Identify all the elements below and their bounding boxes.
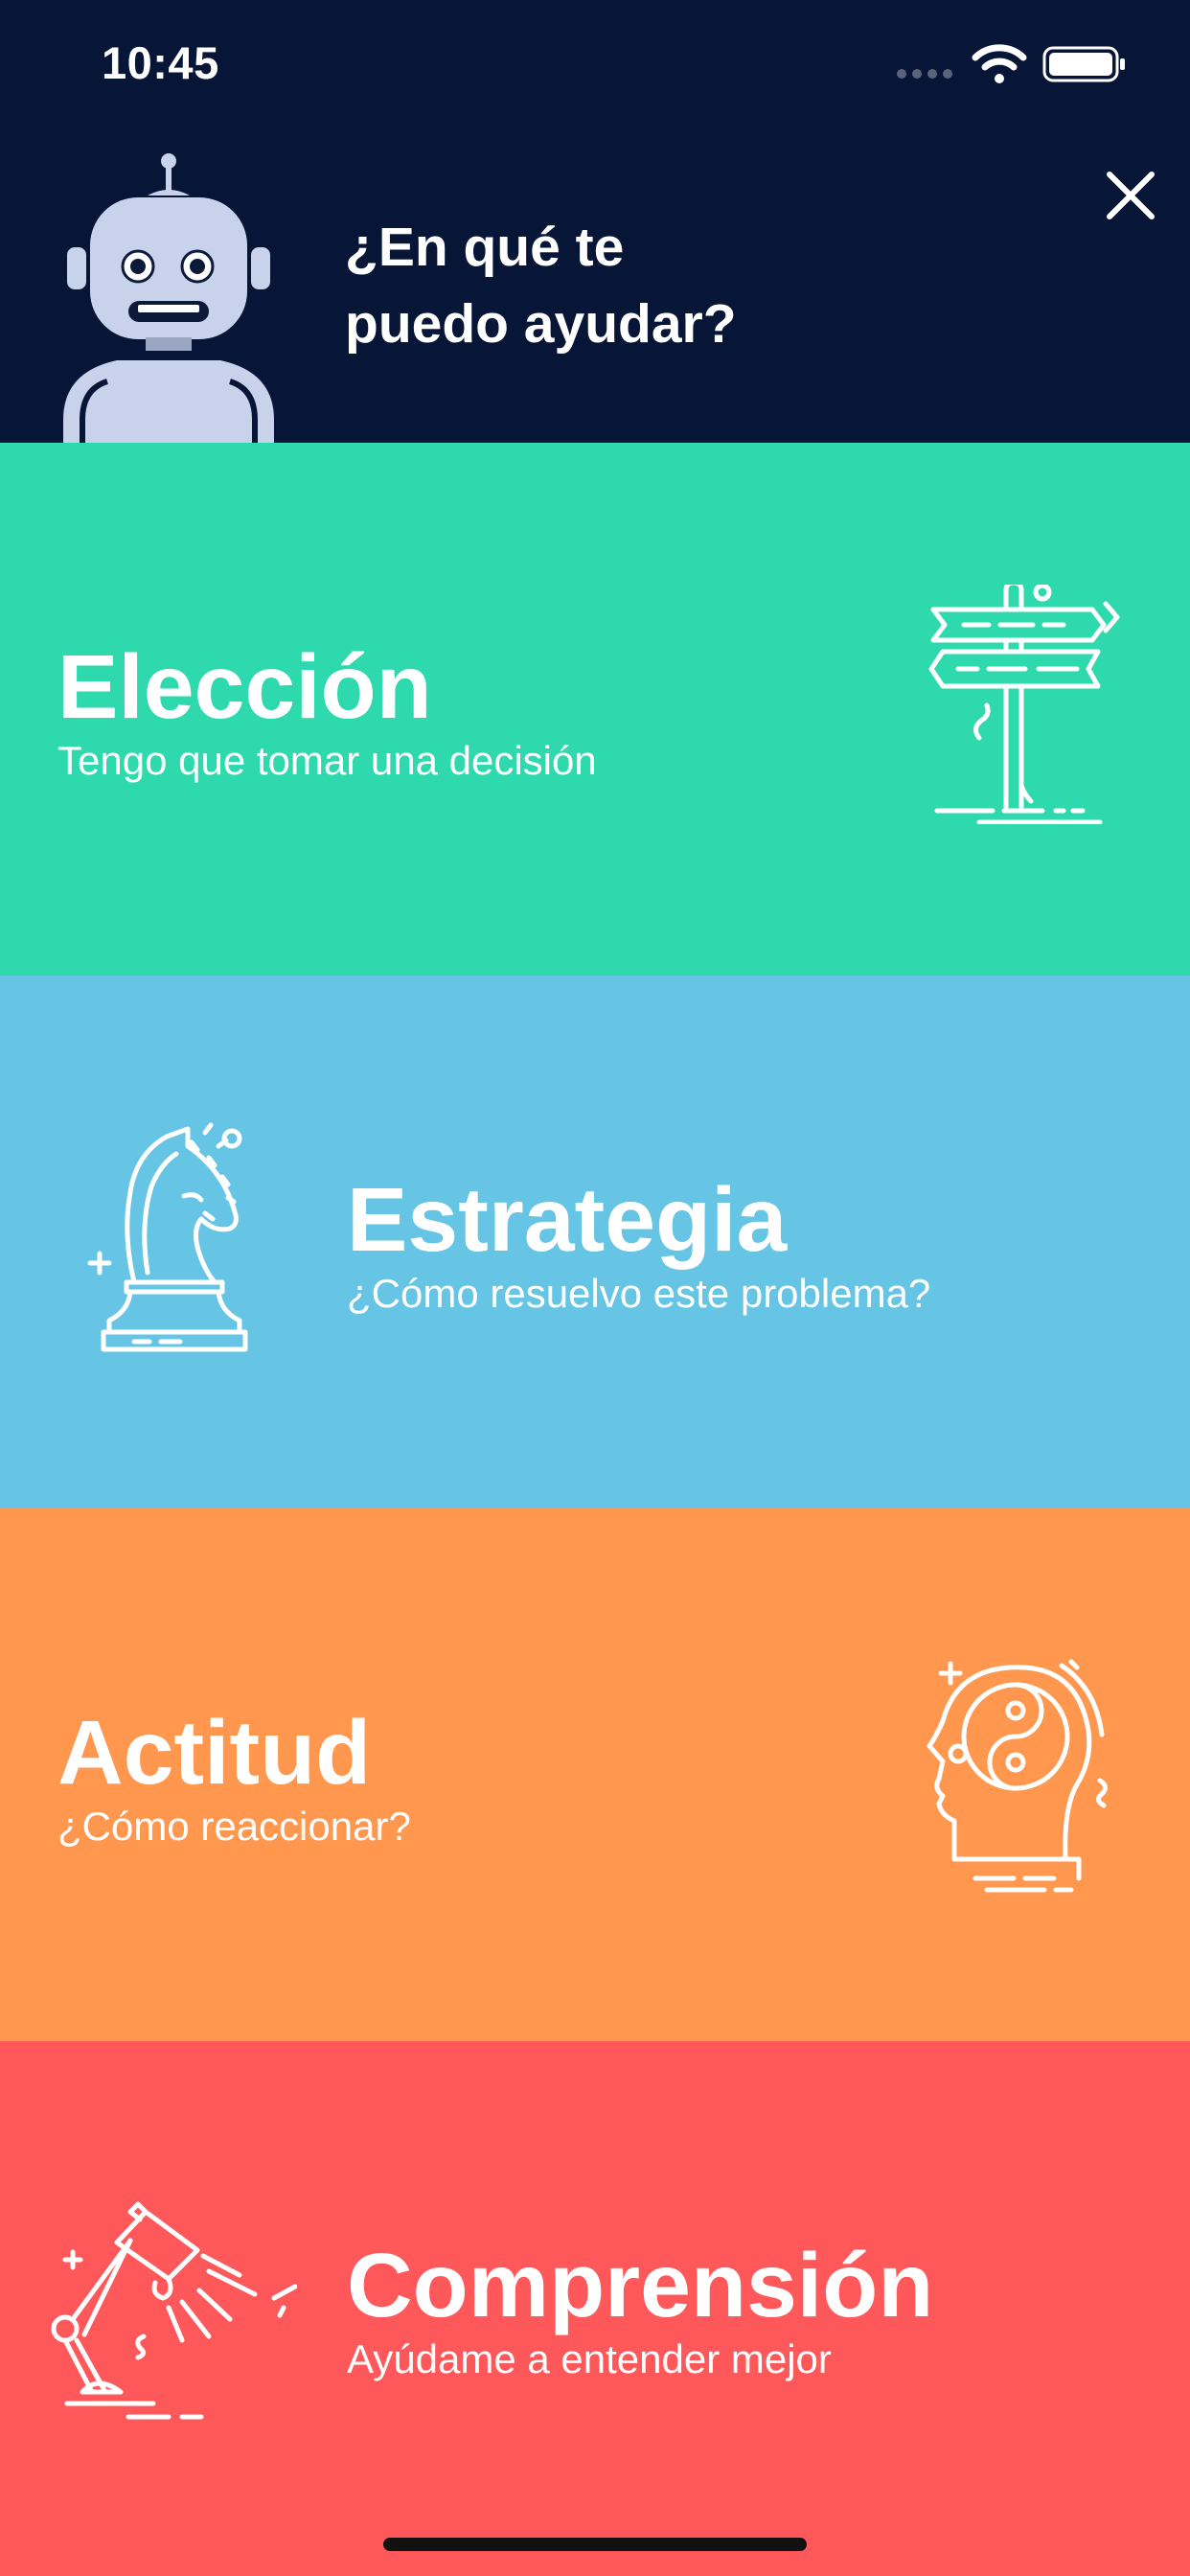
- home-indicator[interactable]: [383, 2538, 807, 2551]
- card-comprension[interactable]: Comprensión Ayúdame a entender mejor: [0, 2041, 1190, 2576]
- card-title: Estrategia: [347, 1169, 788, 1271]
- card-title: Elección: [57, 636, 432, 738]
- card-eleccion[interactable]: Elección Tengo que tomar una decisión: [0, 443, 1190, 976]
- card-actitud[interactable]: Actitud ¿Cómo reaccionar?: [0, 1508, 1190, 2041]
- status-time: 10:45: [102, 37, 219, 88]
- card-subtitle: ¿Cómo resuelvo este problema?: [347, 1271, 931, 1316]
- card-subtitle: Ayúdame a entender mejor: [347, 2336, 832, 2381]
- card-estrategia[interactable]: Estrategia ¿Cómo resuelvo este problema?: [0, 976, 1190, 1508]
- close-icon[interactable]: [1096, 161, 1165, 230]
- cellular-signal-icon: [897, 69, 954, 79]
- wifi-icon: [972, 44, 1027, 83]
- yin-yang-head-icon: [927, 1659, 1108, 1893]
- signpost-icon: [928, 585, 1120, 824]
- status-bar-icons: [897, 44, 1127, 83]
- card-subtitle: ¿Cómo reaccionar?: [57, 1804, 411, 1849]
- robot-avatar-icon: [63, 153, 274, 443]
- desk-lamp-icon: [51, 2201, 297, 2420]
- battery-icon: [1042, 46, 1125, 82]
- header-question-line1: ¿En qué te: [345, 217, 625, 278]
- header-question-line2: puedo ayudar?: [345, 293, 737, 355]
- card-title: Comprensión: [347, 2235, 934, 2336]
- card-subtitle: Tengo que tomar una decisión: [57, 738, 597, 783]
- card-title: Actitud: [57, 1702, 372, 1804]
- header-question: ¿En qué te puedo ayudar?: [345, 209, 843, 362]
- header: 10:45 ¿En qué te puedo ayudar?: [0, 0, 1190, 443]
- chess-knight-icon: [87, 1122, 248, 1352]
